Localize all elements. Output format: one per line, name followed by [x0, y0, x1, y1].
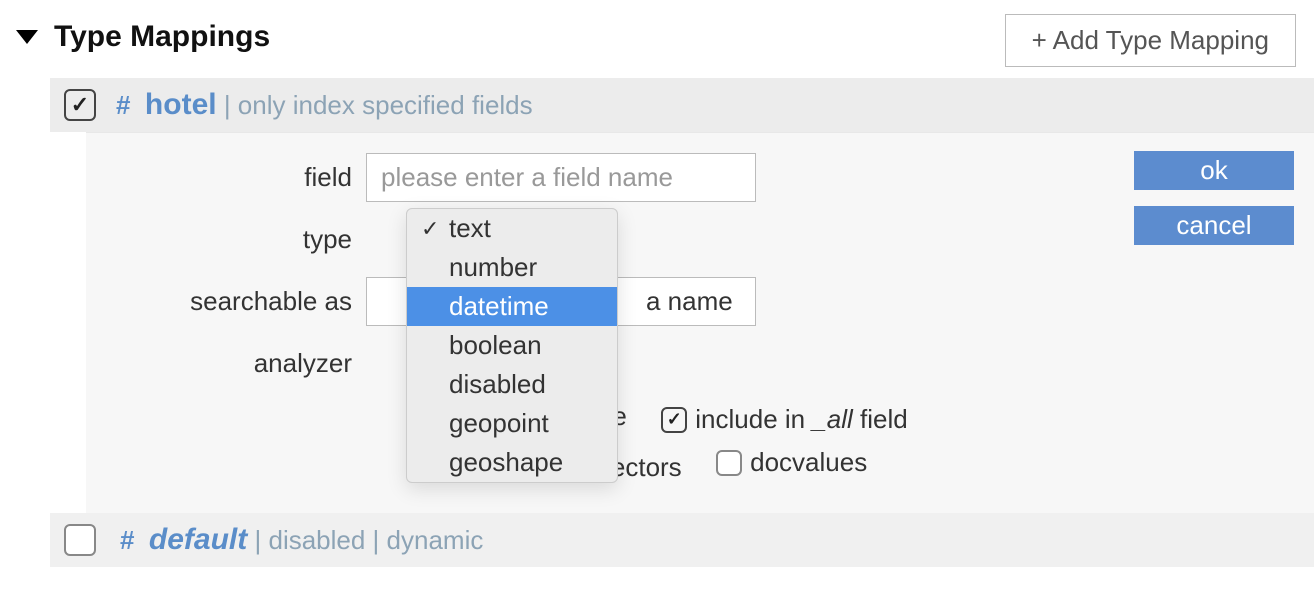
- include-in-all-label: include in _all field: [695, 404, 907, 435]
- docvalues-label: docvalues: [750, 447, 867, 478]
- ok-button[interactable]: ok: [1134, 151, 1294, 190]
- type-option-boolean[interactable]: boolean: [407, 326, 617, 365]
- default-qualifier: | disabled | dynamic: [255, 525, 484, 555]
- mapping-header-default[interactable]: # default | disabled | dynamic: [50, 513, 1314, 567]
- mapping-qualifier: | only index specified fields: [224, 90, 533, 120]
- type-option-datetime[interactable]: datetime: [407, 287, 617, 326]
- mapping-name-default[interactable]: default: [149, 523, 247, 556]
- analyzer-label: analyzer: [106, 348, 366, 379]
- section-caret-icon[interactable]: [16, 30, 38, 44]
- section-title: Type Mappings: [54, 20, 270, 54]
- hash-icon[interactable]: #: [116, 90, 130, 120]
- cancel-button[interactable]: cancel: [1134, 206, 1294, 245]
- mapping-checkbox-checked[interactable]: ✓: [64, 89, 96, 121]
- type-option-disabled[interactable]: disabled: [407, 365, 617, 404]
- mapping-name-hotel[interactable]: hotel: [145, 88, 217, 121]
- type-label: type: [106, 224, 366, 255]
- default-checkbox-unchecked[interactable]: [64, 524, 96, 556]
- type-option-text[interactable]: ✓text: [407, 209, 617, 248]
- hash-icon[interactable]: #: [120, 525, 134, 555]
- check-icon: ✓: [421, 216, 449, 242]
- docvalues-checkbox[interactable]: [716, 450, 742, 476]
- searchable-as-trailing: a name: [646, 286, 733, 317]
- type-option-geopoint[interactable]: geopoint: [407, 404, 617, 443]
- field-label: field: [106, 162, 366, 193]
- field-name-input[interactable]: [366, 153, 756, 202]
- add-type-mapping-button[interactable]: + Add Type Mapping: [1005, 14, 1296, 67]
- type-option-number[interactable]: number: [407, 248, 617, 287]
- include-in-all-checkbox[interactable]: ✓: [661, 407, 687, 433]
- type-dropdown[interactable]: ✓text number datetime boolean disabled g…: [406, 208, 618, 483]
- field-form: ok cancel field type searchable as a nam…: [86, 132, 1314, 513]
- searchable-as-label: searchable as: [106, 286, 366, 317]
- mapping-header-hotel[interactable]: ✓ # hotel | only index specified fields: [50, 78, 1314, 132]
- type-option-geoshape[interactable]: geoshape: [407, 443, 617, 482]
